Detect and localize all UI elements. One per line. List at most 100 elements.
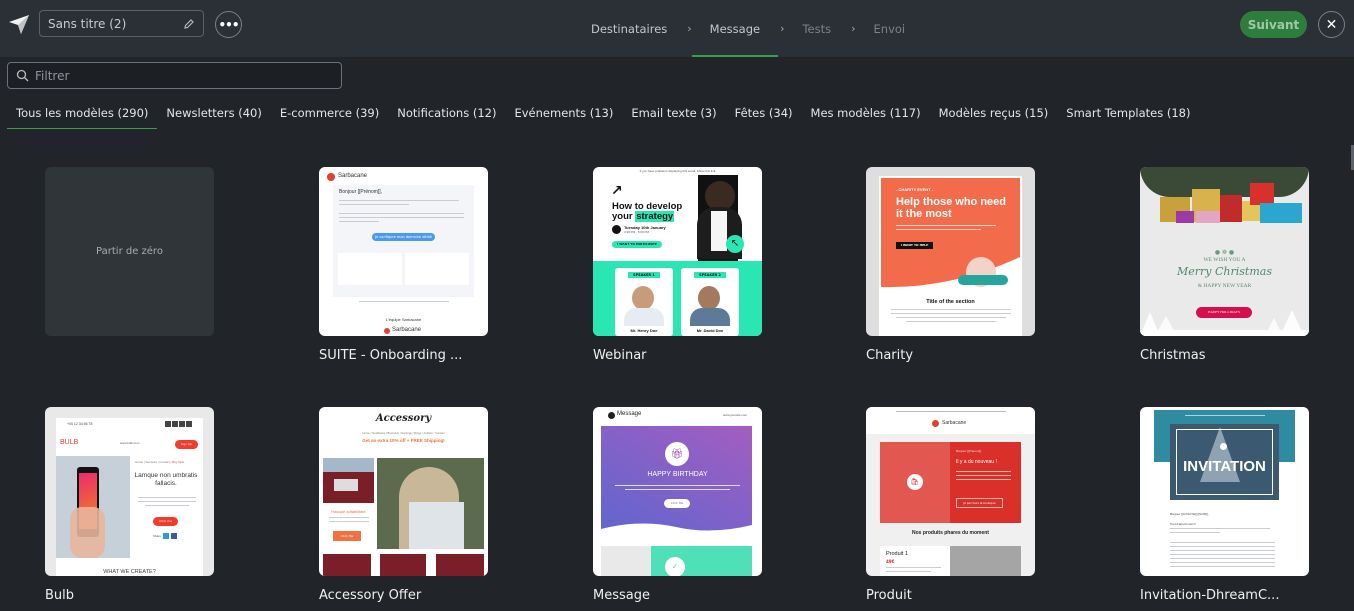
tab-all-templates[interactable]: Tous les modèles (290) [7,96,158,129]
template-thumbnail[interactable]: ● ❁ ● WE WISH YOU A Merry Christmas & HA… [1140,167,1309,336]
tab-holidays[interactable]: Fêtes (34) [726,96,802,129]
template-name: Bulb [45,588,75,603]
sarbacane-logo-icon [932,420,939,427]
tab-smart-templates[interactable]: Smart Templates (18) [1057,96,1199,129]
preview-brand: BULB [60,439,79,446]
template-card[interactable]: - CHARITY EVENT - Help those who need it… [866,167,1035,363]
preview-closing: L'équipe Sarbacane [385,317,422,322]
sarbacane-logo-icon [327,173,335,181]
chevron-right-icon: › [687,22,692,35]
preview-greeting: Bonjour [[Prénom]], [339,189,383,195]
template-card[interactable]: Message www.yoursite.com 🎁︎ HAPPY BIRTHD… [593,407,762,603]
preview-headline: Il y a du nouveau ! [956,459,997,465]
tab-newsletters[interactable]: Newsletters (40) [157,96,270,129]
preview-signup: Sign Up [175,440,198,449]
category-tabs: Tous les modèles (290) Newsletters (40) … [7,96,1199,129]
template-card[interactable]: Sarbacane 🛍︎ Bonjour [[Prénom]], Il y a … [866,407,1035,603]
preview-headline-2: your [612,211,633,222]
template-name: Webinar [593,348,647,363]
step-destinataires[interactable]: Destinataires [591,0,667,57]
template-thumbnail[interactable]: If you have problems displaying this ema… [593,167,762,336]
preview-panel: Bonjour [[Prénom]], Je configure mon dom… [333,185,474,297]
preview-top-note: If you have problems displaying this ema… [639,169,716,173]
template-card[interactable]: ● ❁ ● WE WISH YOU A Merry Christmas & HA… [1140,167,1309,363]
preview-brand: Sarbacane [338,173,368,179]
tab-notifications[interactable]: Notifications (12) [388,96,505,129]
check-icon: ✓ [665,557,685,576]
filter-input[interactable] [35,68,325,83]
step-tests[interactable]: Tests [802,0,831,57]
template-card[interactable]: Accessory Home / Necklaces / Bracelets /… [319,407,488,603]
close-button[interactable]: ✕ [1318,11,1345,38]
template-card[interactable]: Sarbacane Bonjour [[Prénom]], Je configu… [319,167,488,363]
template-thumbnail[interactable]: Partir de zéro [45,167,214,336]
template-thumbnail[interactable]: INVITATION Bonjour [[CIVILITE]] [[NOM]],… [1140,407,1309,576]
preview-time: 4:30 PM - 5:00 PM [624,230,650,234]
template-card[interactable]: +00 12 34 56 78 BULB www.bulb.com Sign U… [45,407,214,603]
tree-silhouettes [1140,310,1309,336]
template-name: Accessory Offer [319,588,422,603]
preview-footer-brand: Sarbacane [392,327,422,333]
template-name: Christmas [1140,348,1206,363]
preview-share: Share [153,534,162,538]
template-card[interactable]: If you have problems displaying this ema… [593,167,762,363]
template-name: Produit [866,588,912,603]
preview-intro: Tout d'abord merci ! [1170,522,1197,526]
template-name: Invitation-DhreamC... [1140,588,1280,603]
document-title-field[interactable]: Sans titre (2) [39,10,204,37]
preview-offer: Get an extra 10% off + FREE Shipping! [362,438,445,443]
message-logo-icon [608,412,615,419]
preview-headline-highlight: strategy [635,211,675,222]
sarbacane-logo-icon [1220,443,1227,450]
preview-cta: Je parcours la boutique [956,498,1003,508]
preview-cta: I WANT TO PARTICIPATE [612,241,662,248]
shopping-bag-icon: 🛍︎ [907,474,923,490]
preview-greeting: Bonjour [[Prénom]], [956,449,982,453]
chevron-right-icon: › [851,22,856,35]
more-options-button[interactable]: ••• [215,11,242,38]
tab-e-commerce[interactable]: E-commerce (39) [271,96,388,129]
template-thumbnail[interactable]: Accessory Home / Necklaces / Bracelets /… [319,407,488,576]
preview-speaker-tag: SPEAKER 1 [628,272,660,278]
preview-cta: Click me [153,517,178,526]
template-thumbnail[interactable]: Sarbacane 🛍︎ Bonjour [[Prénom]], Il y a … [866,407,1035,576]
paper-plane-logo-icon[interactable] [8,13,30,35]
tab-text-email[interactable]: Email texte (3) [622,96,725,129]
step-message[interactable]: Message [691,0,779,57]
preview-headline: Lamque non umbratis fallacis. [134,472,198,487]
preview-price: 49€ [886,559,895,564]
chevron-right-icon: › [780,22,785,35]
preview-brand: Sarbacane [942,420,967,426]
template-thumbnail[interactable]: Message www.yoursite.com 🎁︎ HAPPY BIRTHD… [593,407,762,576]
template-card[interactable]: INVITATION Bonjour [[CIVILITE]] [[NOM]],… [1140,407,1309,603]
preview-cta: I WANT TO HELP [896,242,933,249]
gift-icon: 🎁︎ [665,442,689,466]
search-icon [16,69,29,82]
preview-product: Produit 1 [886,551,909,557]
step-envoi[interactable]: Envoi [874,0,906,57]
template-thumbnail[interactable]: +00 12 34 56 78 BULB www.bulb.com Sign U… [45,407,214,576]
template-name: Message [593,588,650,603]
preview-section: Nos produits phares du moment [912,530,989,536]
next-button[interactable]: Suivant [1240,11,1307,38]
preview-site: www.bulb.com [120,441,140,445]
social-icons [165,421,195,427]
preview-cta: Click Me [333,531,361,541]
filter-field[interactable] [7,62,342,89]
preview-speaker-name: Mr. Henry Doe [630,328,658,333]
template-thumbnail[interactable]: Sarbacane Bonjour [[Prénom]], Je configu… [319,167,488,336]
template-name: Charity [866,348,914,363]
template-card-blank[interactable]: Partir de zéro [45,167,214,336]
tab-my-templates[interactable]: Mes modèles (117) [802,96,930,129]
preview-cta: Click Me [664,499,690,508]
preview-speaker-name: Mr. David Doe [696,328,724,333]
pencil-icon[interactable] [183,18,195,30]
tab-events[interactable]: Evénements (13) [505,96,622,129]
document-title: Sans titre (2) [48,16,127,31]
preview-phone: +00 12 34 56 78 [67,422,93,426]
preview-headline: HAPPY BIRTHDAY [647,471,708,478]
tab-received-templates[interactable]: Modèles reçus (15) [930,96,1058,129]
template-thumbnail[interactable]: - CHARITY EVENT - Help those who need it… [866,167,1035,336]
preview-line-3: & HAPPY NEW YEAR [1197,283,1252,289]
step-breadcrumb: Destinataires › Message › Tests › Envoi [591,0,905,57]
